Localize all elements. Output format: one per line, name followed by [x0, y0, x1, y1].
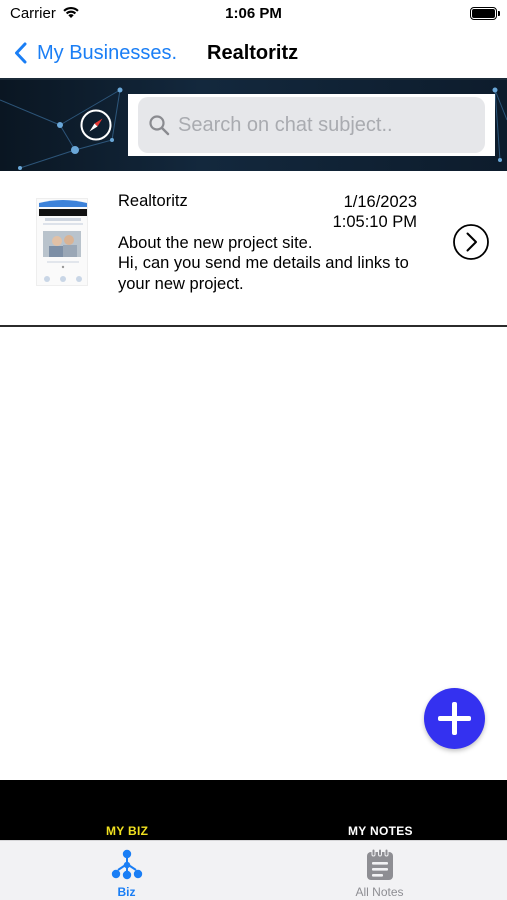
notepad-icon [366, 848, 393, 880]
tab-bar: Biz All Notes [0, 840, 507, 900]
chevron-left-icon [15, 42, 27, 64]
search-header [0, 78, 507, 171]
clock: 1:06 PM [225, 5, 282, 22]
thumbnail-image [39, 200, 87, 282]
navigation-bar: My Businesses. Realtoritz [0, 30, 507, 78]
chat-preview: Hi, can you send me details and links to… [118, 254, 409, 293]
search-container [128, 94, 495, 156]
search-field[interactable] [138, 97, 485, 153]
status-bar: Carrier 1:06 PM [0, 0, 507, 30]
business-thumbnail [36, 198, 88, 286]
back-button[interactable]: My Businesses. [14, 38, 177, 68]
compass-icon[interactable] [79, 108, 113, 142]
chat-list: Realtoritz 1/16/2023 1:05:10 PM About th… [0, 171, 507, 327]
search-input[interactable] [178, 113, 458, 137]
app-screen: Carrier 1:06 PM My Businesses. Realtorit… [0, 0, 507, 900]
tab-all-notes-label: All Notes [355, 885, 404, 899]
chat-subject: About the new project site. [118, 234, 313, 252]
back-button-label: My Businesses. [37, 41, 178, 64]
chat-list-item[interactable]: Realtoritz 1/16/2023 1:05:10 PM About th… [0, 171, 507, 327]
section-label-my-biz: MY BIZ [106, 824, 149, 838]
search-icon [149, 115, 170, 136]
org-chart-icon [111, 849, 142, 880]
battery-icon [470, 7, 500, 20]
chat-date: 1/16/2023 [343, 193, 417, 211]
chat-time: 1:05:10 PM [332, 213, 417, 231]
tab-biz-label: Biz [117, 885, 136, 899]
add-chat-button[interactable] [424, 688, 485, 749]
section-bar: MY BIZ MY NOTES [0, 780, 507, 840]
tab-biz[interactable]: Biz [0, 841, 253, 900]
chevron-right-circle-icon[interactable] [452, 223, 490, 261]
section-label-my-notes: MY NOTES [348, 824, 413, 838]
page-title: Realtoritz [207, 42, 299, 64]
tab-all-notes[interactable]: All Notes [253, 841, 506, 900]
chat-business-name: Realtoritz [118, 192, 188, 210]
chat-timestamp: 1/16/2023 1:05:10 PM [333, 192, 417, 232]
